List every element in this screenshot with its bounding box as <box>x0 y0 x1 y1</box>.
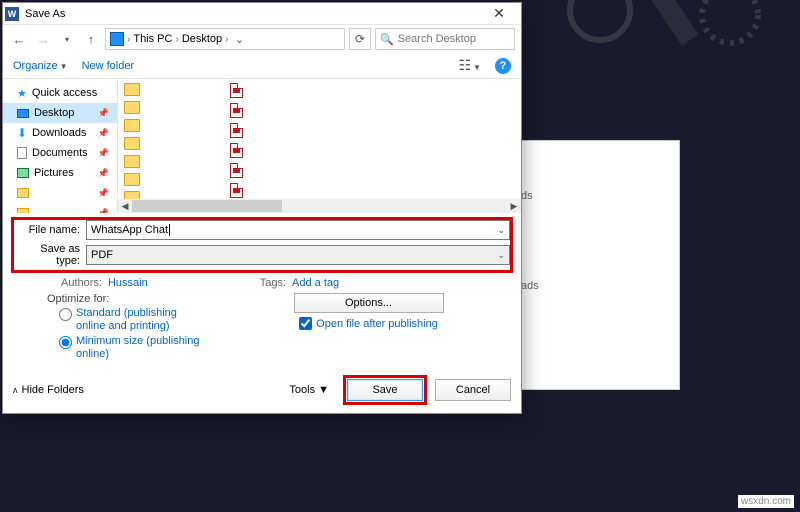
search-icon: 🔍 <box>380 33 394 46</box>
folder-icon[interactable] <box>124 173 140 186</box>
pdf-file-icon[interactable] <box>230 103 243 118</box>
chevron-down-icon: ▼ <box>60 62 68 71</box>
search-box[interactable]: 🔍 <box>375 28 515 50</box>
sidebar-item-folder[interactable]: 📌 <box>3 183 117 203</box>
pictures-icon <box>17 168 29 178</box>
titlebar: W Save As ✕ <box>3 3 521 25</box>
document-icon <box>17 147 27 159</box>
scroll-track[interactable] <box>132 200 507 212</box>
options-button[interactable]: Options... <box>294 293 444 313</box>
scroll-left-button[interactable]: ◀ <box>118 199 132 213</box>
folder-icon[interactable] <box>124 119 140 132</box>
folder-icon[interactable] <box>124 137 140 150</box>
cancel-button[interactable]: Cancel <box>435 379 511 401</box>
pdf-file-icon[interactable] <box>230 83 243 98</box>
horizontal-scrollbar[interactable]: ◀ ▶ <box>118 199 521 213</box>
breadcrumb-segment[interactable]: Desktop <box>182 33 222 45</box>
pdf-file-icon[interactable] <box>230 183 243 198</box>
file-name-label: File name: <box>14 224 86 236</box>
tags-value[interactable]: Add a tag <box>292 277 339 289</box>
download-icon: ⬇ <box>17 126 27 140</box>
chevron-down-icon[interactable]: ⌄ <box>497 250 505 261</box>
pin-icon: 📌 <box>98 168 109 179</box>
save-type-select[interactable]: PDF⌄ <box>86 245 510 265</box>
forward-button[interactable]: → <box>33 29 53 49</box>
pdf-file-icon[interactable] <box>230 123 243 138</box>
close-button[interactable]: ✕ <box>479 5 519 22</box>
sidebar-item-label: Quick access <box>32 87 97 99</box>
chevron-down-icon: ▼ <box>318 384 329 396</box>
sidebar-item-pictures[interactable]: Pictures 📌 <box>3 163 117 183</box>
chevron-right-icon: › <box>175 34 178 45</box>
save-type-label: Save as type: <box>14 243 86 267</box>
new-folder-button[interactable]: New folder <box>82 60 135 72</box>
desktop-icon <box>17 109 29 118</box>
optimize-minimum-radio[interactable]: Minimum size (publishing online) <box>47 335 206 361</box>
search-input[interactable] <box>398 33 510 45</box>
sidebar-item-downloads[interactable]: ⬇ Downloads 📌 <box>3 123 117 143</box>
pin-icon: 📌 <box>98 128 109 139</box>
pdf-file-icon[interactable] <box>230 163 243 178</box>
highlight-fields: File name: WhatsApp Chat ⌄ Save as type:… <box>13 219 511 271</box>
highlight-save: Save <box>343 375 427 405</box>
pin-icon: 📌 <box>98 108 109 119</box>
pin-icon: 📌 <box>98 188 109 199</box>
file-list[interactable]: ◀ ▶ <box>118 79 521 213</box>
watermark: wsxdn.com <box>738 495 794 508</box>
chevron-right-icon: › <box>127 34 130 45</box>
chevron-right-icon: › <box>225 34 228 45</box>
sidebar-item-quick-access[interactable]: ★ Quick access <box>3 83 117 103</box>
back-button[interactable]: ← <box>9 29 29 49</box>
pin-icon: 📌 <box>98 148 109 159</box>
background-decoration <box>560 0 780 70</box>
optimize-standard-radio[interactable]: Standard (publishing online and printing… <box>47 307 206 333</box>
sidebar-item-label: Downloads <box>32 127 86 139</box>
authors-value[interactable]: Hussain <box>108 277 148 289</box>
help-button[interactable]: ? <box>495 58 511 74</box>
scroll-thumb[interactable] <box>132 200 282 212</box>
breadcrumb[interactable]: › This PC › Desktop › ⌄ <box>105 28 345 50</box>
hide-folders-toggle[interactable]: ʌHide Folders <box>13 384 84 396</box>
sidebar-item-label: Pictures <box>34 167 74 179</box>
folder-icon[interactable] <box>124 155 140 168</box>
dialog-footer: ʌHide Folders Tools▼ Save Cancel <box>3 369 521 413</box>
up-button[interactable]: ↑ <box>81 29 101 49</box>
refresh-button[interactable]: ⟳ <box>349 28 371 50</box>
folder-icon[interactable] <box>124 83 140 96</box>
folder-icon <box>17 188 29 198</box>
tools-menu[interactable]: Tools▼ <box>289 384 329 396</box>
recent-dropdown[interactable]: ▾ <box>57 29 77 49</box>
scroll-right-button[interactable]: ▶ <box>507 199 521 213</box>
open-after-checkbox[interactable]: Open file after publishing <box>226 317 511 330</box>
sidebar-item-folder[interactable]: 📌 <box>3 203 117 213</box>
authors-label: Authors: <box>61 277 102 289</box>
dialog-title: Save As <box>25 8 479 20</box>
bottom-panel: File name: WhatsApp Chat ⌄ Save as type:… <box>3 213 521 369</box>
sidebar-item-documents[interactable]: Documents 📌 <box>3 143 117 163</box>
sidebar-item-label: Documents <box>32 147 88 159</box>
sidebar-item-label: Desktop <box>34 107 74 119</box>
sidebar-item-desktop[interactable]: Desktop 📌 <box>3 103 117 123</box>
star-icon: ★ <box>17 87 27 100</box>
breadcrumb-segment[interactable]: This PC <box>133 33 172 45</box>
folder-icon <box>17 208 29 213</box>
chevron-down-icon[interactable]: ⌄ <box>497 225 505 236</box>
organize-menu[interactable]: Organize▼ <box>13 60 68 72</box>
pdf-file-icon[interactable] <box>230 143 243 158</box>
optimize-label: Optimize for: <box>47 293 109 305</box>
file-name-input[interactable]: WhatsApp Chat ⌄ <box>86 220 510 240</box>
view-options-button[interactable]: ☷▼ <box>459 57 481 74</box>
chevron-up-icon: ʌ <box>13 385 18 395</box>
nav-row: ← → ▾ ↑ › This PC › Desktop › ⌄ ⟳ 🔍 <box>3 25 521 53</box>
save-as-dialog: W Save As ✕ ← → ▾ ↑ › This PC › Desktop … <box>2 2 522 414</box>
tags-label: Tags: <box>260 277 286 289</box>
pc-icon <box>110 32 124 46</box>
word-app-icon: W <box>5 7 19 21</box>
save-button[interactable]: Save <box>347 379 423 401</box>
chevron-down-icon: ▼ <box>473 63 481 72</box>
folder-icon[interactable] <box>124 101 140 114</box>
breadcrumb-dropdown[interactable]: ⌄ <box>232 33 248 46</box>
toolbar: Organize▼ New folder ☷▼ ? <box>3 53 521 79</box>
sidebar: ★ Quick access Desktop 📌 ⬇ Downloads 📌 Docum… <box>3 79 118 213</box>
